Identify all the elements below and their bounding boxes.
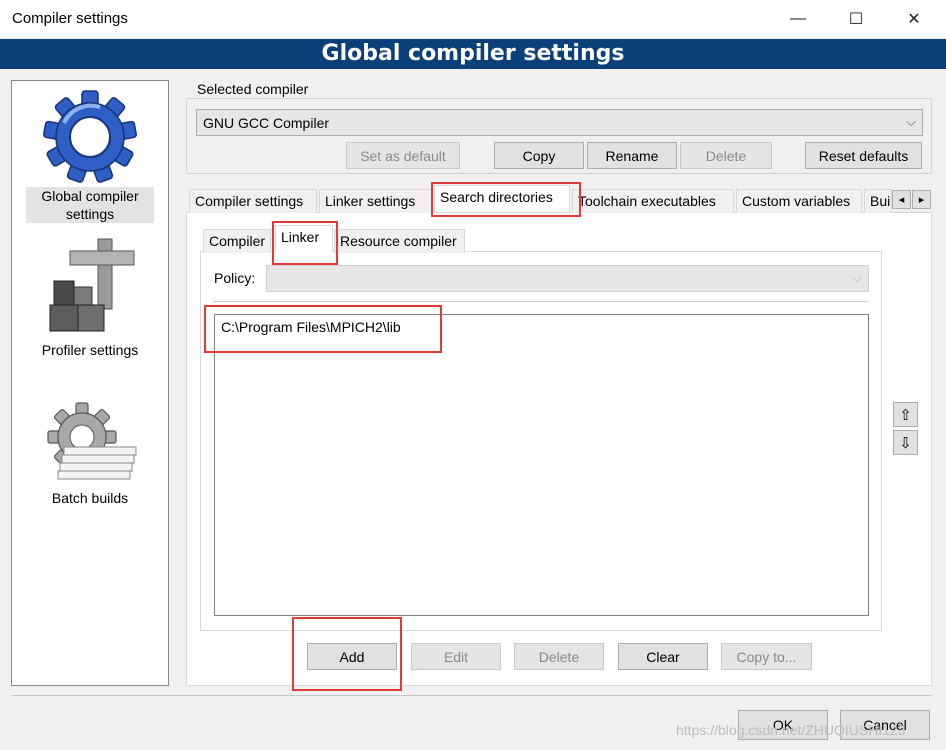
- arrow-down-icon: ⇩: [899, 434, 912, 452]
- sidebar-item-global-compiler[interactable]: Global compiler settings: [12, 87, 168, 223]
- subtab-linker[interactable]: Linker: [275, 225, 333, 252]
- sidebar-item-label: Profiler settings: [41, 342, 139, 358]
- compiler-select[interactable]: GNU GCC Compiler ⌵: [196, 109, 923, 136]
- arrow-right-icon: ▸: [918, 194, 925, 206]
- edit-button[interactable]: Edit: [411, 643, 501, 670]
- page-title: Global compiler settings: [0, 39, 946, 69]
- copy-to-button[interactable]: Copy to...: [721, 643, 812, 670]
- clear-button[interactable]: Clear: [618, 643, 708, 670]
- maximize-icon: ☐: [848, 11, 864, 28]
- divider: [11, 695, 932, 696]
- selected-compiler-label: Selected compiler: [194, 81, 312, 97]
- reset-defaults-button[interactable]: Reset defaults: [805, 142, 922, 169]
- close-button[interactable]: ✕: [888, 0, 940, 38]
- tab-scroll-left-button[interactable]: ◂: [892, 190, 911, 209]
- divider: [214, 301, 868, 302]
- sidebar-item-profiler[interactable]: Profiler settings: [12, 231, 168, 359]
- sidebar-item-label: Batch builds: [51, 490, 129, 506]
- tab-build-options[interactable]: Bui: [864, 189, 892, 213]
- policy-select[interactable]: ⌵: [266, 265, 869, 292]
- subtab-resource-compiler[interactable]: Resource compiler: [334, 229, 465, 253]
- caliper-icon: [49, 238, 135, 332]
- tab-linker-settings[interactable]: Linker settings: [319, 189, 432, 213]
- move-down-button[interactable]: ⇩: [893, 430, 918, 455]
- watermark: https://blog.csdn.net/ZHUQIUSHI123: [676, 722, 906, 738]
- tab-scroll-right-button[interactable]: ▸: [912, 190, 931, 209]
- minimize-button[interactable]: —: [772, 0, 824, 38]
- maximize-button[interactable]: ☐: [830, 0, 882, 38]
- minimize-icon: —: [790, 10, 806, 27]
- directory-list[interactable]: C:\Program Files\MPICH2\lib: [214, 314, 869, 616]
- rename-compiler-button[interactable]: Rename: [587, 142, 677, 169]
- list-item[interactable]: C:\Program Files\MPICH2\lib: [221, 319, 401, 335]
- arrow-left-icon: ◂: [898, 194, 905, 206]
- close-icon: ✕: [907, 11, 921, 28]
- batch-gear-icon: [47, 402, 137, 480]
- tab-custom-variables[interactable]: Custom variables: [736, 189, 862, 213]
- arrow-up-icon: ⇧: [899, 406, 912, 424]
- delete-compiler-button[interactable]: Delete: [680, 142, 772, 169]
- sidebar: Global compiler settings Profiler settin…: [11, 80, 169, 686]
- sidebar-item-batch-builds[interactable]: Batch builds: [12, 399, 168, 507]
- gear-icon: [43, 90, 137, 183]
- chevron-down-icon: ⌵: [852, 270, 862, 285]
- window-title: Compiler settings: [12, 10, 128, 27]
- chevron-down-icon: ⌵: [906, 114, 916, 129]
- delete-button[interactable]: Delete: [514, 643, 604, 670]
- copy-compiler-button[interactable]: Copy: [494, 142, 584, 169]
- subtab-compiler[interactable]: Compiler: [203, 229, 271, 253]
- sidebar-item-label: Global compiler settings: [26, 187, 154, 223]
- tab-toolchain-executables[interactable]: Toolchain executables: [572, 189, 734, 213]
- tab-search-directories[interactable]: Search directories: [434, 185, 570, 212]
- tab-compiler-settings[interactable]: Compiler settings: [189, 189, 317, 213]
- move-up-button[interactable]: ⇧: [893, 402, 918, 427]
- policy-label: Policy:: [214, 270, 256, 286]
- set-as-default-button[interactable]: Set as default: [346, 142, 460, 169]
- compiler-select-value: GNU GCC Compiler: [203, 115, 330, 131]
- add-button[interactable]: Add: [307, 643, 397, 670]
